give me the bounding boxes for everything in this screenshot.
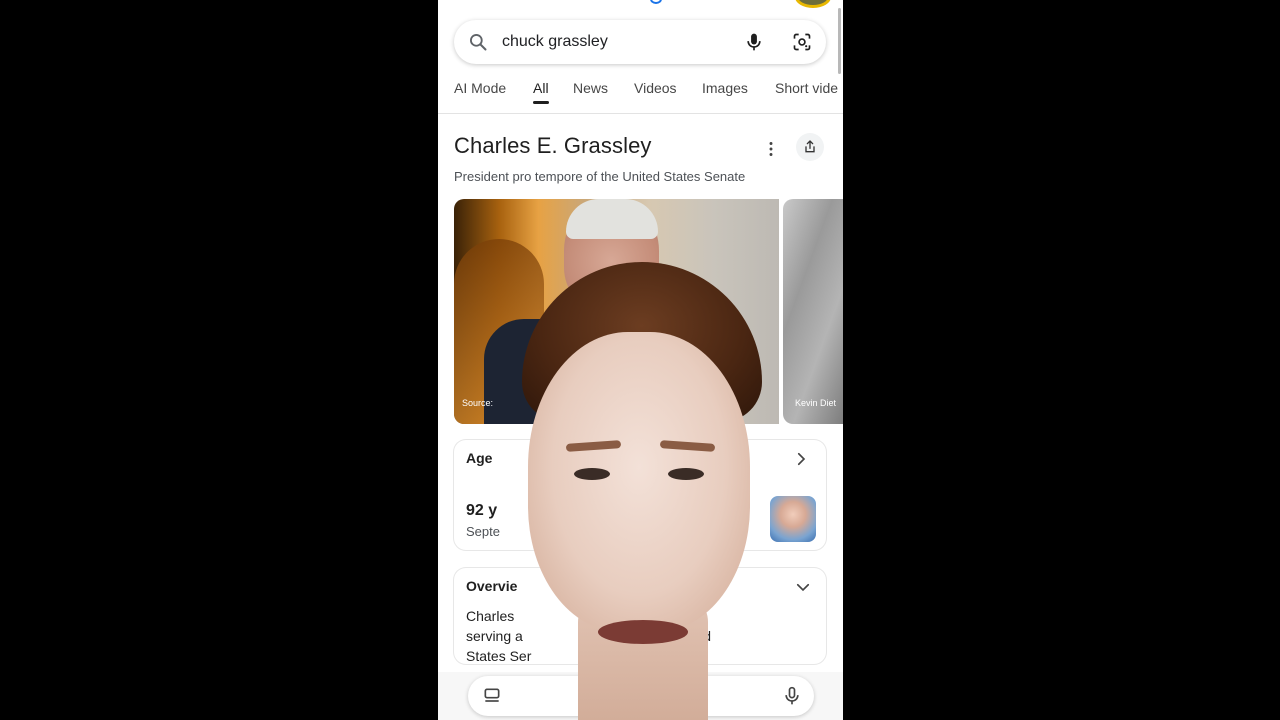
overview-card[interactable]: Overvie Charles olitician serving a the … [454, 568, 826, 664]
tab-ai-mode[interactable]: AI Mode [454, 80, 506, 110]
chevron-right-icon[interactable] [792, 450, 810, 468]
search-input[interactable]: chuck grassley [502, 33, 608, 51]
tab-images[interactable]: Images [702, 80, 748, 110]
share-button[interactable] [796, 133, 824, 161]
age-value: 92 y [466, 502, 498, 519]
tabs-icon[interactable] [482, 686, 502, 706]
chevron-down-icon[interactable] [794, 578, 812, 596]
google-logo-fragment [650, 0, 662, 4]
search-bar[interactable]: chuck grassley [454, 20, 826, 64]
overview-line: States Ser held from [466, 648, 707, 664]
tabs-divider [438, 113, 843, 114]
birth-date: Septe [466, 524, 500, 539]
scrollbar[interactable] [838, 8, 841, 74]
secondary-image[interactable]: Kevin Diet [783, 199, 843, 424]
tab-all[interactable]: All [533, 80, 549, 110]
tab-videos[interactable]: Videos [634, 80, 677, 110]
tab-short-videos[interactable]: Short vide [775, 80, 838, 110]
more-vert-icon[interactable] [760, 138, 782, 160]
age-card-title: Age [466, 450, 493, 466]
phone-screen: chuck grassley AI Mode All News Videos I… [438, 0, 843, 720]
search-icon[interactable] [468, 32, 488, 52]
bottom-search-pill[interactable] [468, 676, 814, 716]
overview-card-title: Overvie [466, 578, 518, 594]
related-person-thumbnail[interactable] [770, 496, 816, 542]
image-source-caption: Kevin Diet [795, 398, 837, 408]
tab-news[interactable]: News [573, 80, 608, 110]
hair [566, 199, 658, 239]
overview-line: serving a the United [466, 628, 712, 644]
portrait-image[interactable]: Source: [454, 199, 779, 424]
overview-line: Charles olitician [466, 608, 701, 624]
overview-text: Charles olitician serving a the United S… [466, 606, 814, 666]
knowledge-panel-title: Charles E. Grassley [454, 133, 652, 158]
suit [484, 319, 694, 424]
mic-icon[interactable] [744, 32, 764, 52]
age-card[interactable]: Age 92 y Septe [454, 440, 826, 550]
lens-icon[interactable] [792, 32, 812, 52]
knowledge-panel-subtitle: President pro tempore of the United Stat… [454, 169, 746, 184]
image-source-caption: Source: [462, 398, 494, 408]
share-icon [805, 140, 815, 153]
account-avatar[interactable] [795, 0, 831, 8]
bottom-bar [438, 672, 843, 720]
mic-icon[interactable] [782, 686, 802, 706]
